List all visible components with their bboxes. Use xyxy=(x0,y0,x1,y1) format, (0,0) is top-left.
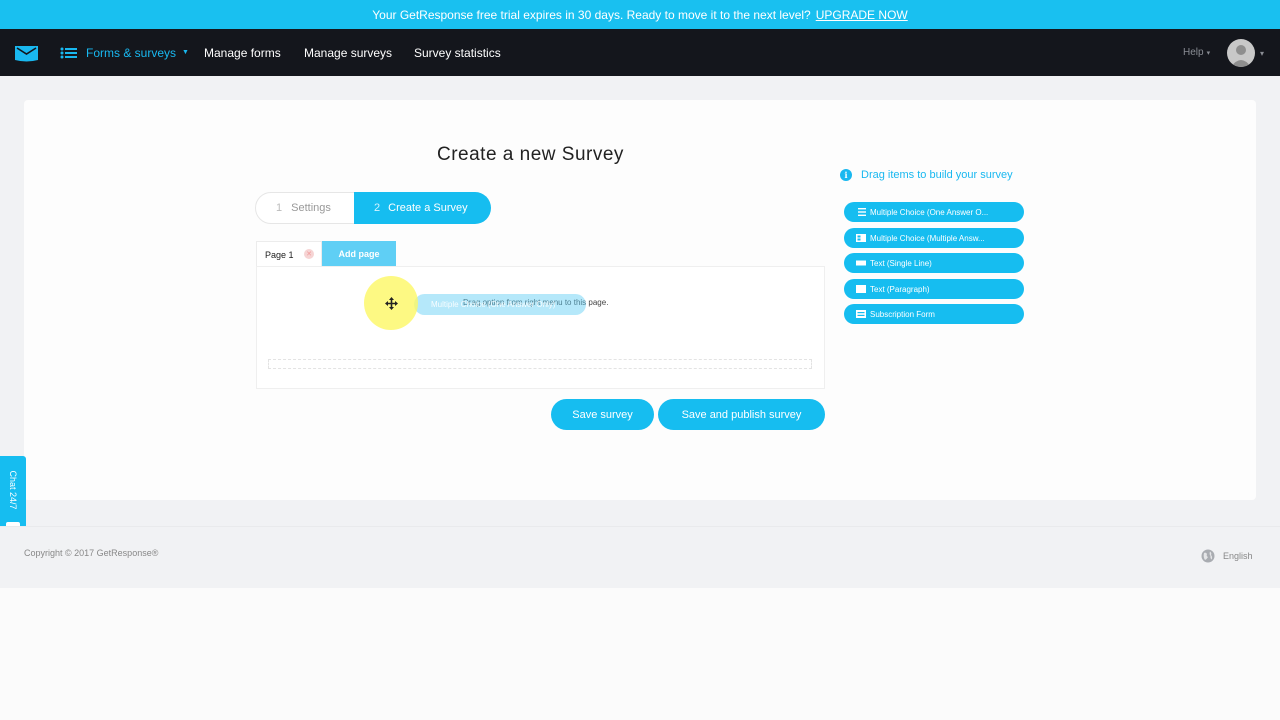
dragged-item-label: Multiple Choice (One Answer Only) xyxy=(431,300,556,309)
nav-manage-surveys[interactable]: Manage surveys xyxy=(304,29,392,76)
step-tabs: 1 Settings 2 Create a Survey xyxy=(255,192,491,224)
save-publish-survey-button[interactable]: Save and publish survey xyxy=(658,399,825,430)
palette-item-text-single-line[interactable]: Text (Single Line) xyxy=(844,253,1024,273)
trial-banner: Your GetResponse free trial expires in 3… xyxy=(0,0,1280,29)
palette-hint-text: Drag items to build your survey xyxy=(861,169,1013,181)
globe-icon xyxy=(1201,549,1215,563)
text-field-icon xyxy=(856,260,866,266)
survey-page-canvas[interactable] xyxy=(256,266,825,389)
palette-item-multiple-choice-multiple[interactable]: Multiple Choice (Multiple Answ... xyxy=(844,228,1024,248)
nav-manage-forms[interactable]: Manage forms xyxy=(204,29,281,76)
step-label: Create a Survey xyxy=(388,202,468,214)
chevron-down-icon: ▾ xyxy=(1206,49,1211,57)
tab-create-survey[interactable]: 2 Create a Survey xyxy=(354,192,491,224)
tab-settings[interactable]: 1 Settings xyxy=(255,192,365,224)
palette-item-label: Subscription Form xyxy=(870,309,935,319)
user-menu[interactable]: ▾ xyxy=(1227,39,1264,67)
nav-survey-statistics[interactable]: Survey statistics xyxy=(414,29,501,76)
dragged-item[interactable]: Multiple Choice (One Answer Only) xyxy=(414,294,586,315)
language-label: English xyxy=(1223,551,1253,561)
page-tab-label: Page 1 xyxy=(265,249,294,260)
palette-item-label: Multiple Choice (Multiple Answ... xyxy=(870,233,985,243)
drop-zone[interactable] xyxy=(268,359,812,369)
page-title: Create a new Survey xyxy=(437,144,624,165)
info-icon: i xyxy=(840,169,852,181)
list-icon xyxy=(858,208,866,216)
forms-surveys-menu[interactable]: Forms & surveys ▼ xyxy=(60,29,189,76)
palette-item-label: Text (Paragraph) xyxy=(870,284,930,294)
palette-item-label: Text (Single Line) xyxy=(870,258,932,268)
checkbox-list-icon xyxy=(856,234,866,242)
step-number: 2 xyxy=(374,202,381,214)
palette-item-text-paragraph[interactable]: Text (Paragraph) xyxy=(844,279,1024,299)
chat-label: Chat 24/7 xyxy=(8,470,18,510)
getresponse-logo-icon[interactable] xyxy=(14,43,39,63)
chevron-down-icon: ▼ xyxy=(182,49,189,56)
palette-item-multiple-choice-one[interactable]: Multiple Choice (One Answer O... xyxy=(844,202,1024,222)
language-selector[interactable]: English xyxy=(1201,549,1253,563)
palette-hint: i Drag items to build your survey xyxy=(840,169,1013,181)
help-label: Help xyxy=(1183,47,1204,58)
form-icon xyxy=(856,310,866,318)
close-icon[interactable]: ✕ xyxy=(304,249,314,259)
trial-banner-text: Your GetResponse free trial expires in 3… xyxy=(372,7,811,22)
avatar xyxy=(1227,39,1255,67)
add-page-button[interactable]: Add page xyxy=(322,241,396,266)
palette-item-subscription-form[interactable]: Subscription Form xyxy=(844,304,1024,324)
help-menu[interactable]: Help ▾ xyxy=(1183,29,1210,76)
upgrade-now-link[interactable]: UPGRADE NOW xyxy=(816,8,908,22)
move-cursor-icon xyxy=(385,297,398,310)
top-navigation: Forms & surveys ▼ Manage forms Manage su… xyxy=(0,29,1280,76)
step-number: 1 xyxy=(276,202,283,214)
chevron-down-icon: ▾ xyxy=(1260,48,1265,58)
text-area-icon xyxy=(856,285,866,293)
copyright-text: Copyright © 2017 GetResponse® xyxy=(24,548,159,558)
step-label: Settings xyxy=(291,202,331,214)
save-survey-button[interactable]: Save survey xyxy=(551,399,654,430)
user-silhouette-icon xyxy=(1231,45,1251,67)
list-icon xyxy=(60,47,77,58)
forms-surveys-label: Forms & surveys xyxy=(86,45,177,60)
palette-item-label: Multiple Choice (One Answer O... xyxy=(870,207,989,217)
footer xyxy=(0,526,1280,588)
